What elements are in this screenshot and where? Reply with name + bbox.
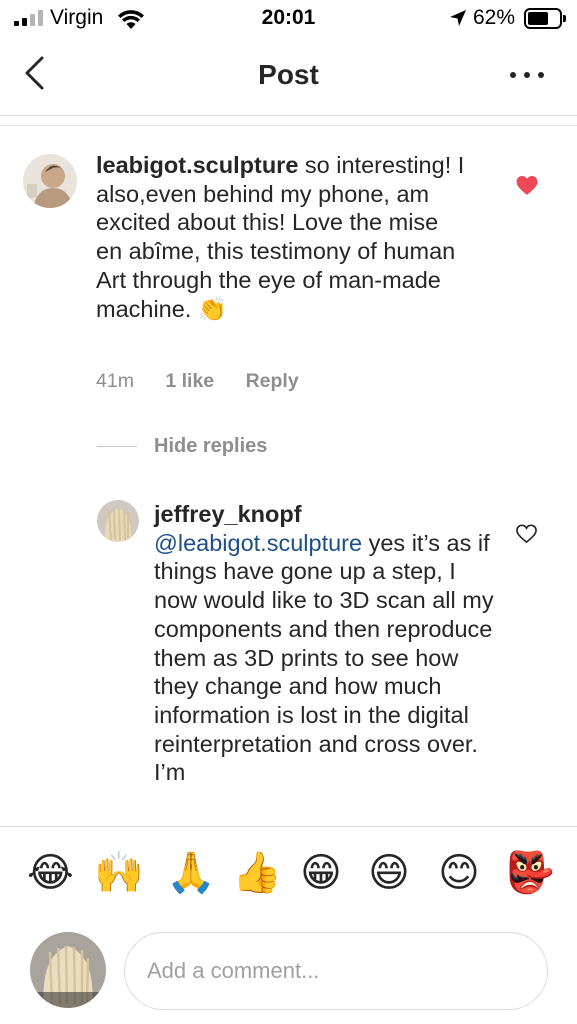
reply-text: yes it’s as if things have gone up a ste… xyxy=(154,529,494,786)
emoji-button[interactable]: 😁 xyxy=(298,850,344,896)
emoji-quick-bar: 😂 🙌 🙏 👍 😁 😄 😊 👺 xyxy=(0,850,577,900)
status-bar: Virgin 20:01 62% xyxy=(0,0,577,38)
reply-mention[interactable]: @leabigot.sculpture xyxy=(154,530,362,556)
emoji-button[interactable]: 👍 xyxy=(232,850,282,896)
emoji-button[interactable]: 👺 xyxy=(505,850,555,896)
battery-icon xyxy=(524,8,566,29)
liked-heart-icon[interactable] xyxy=(515,175,539,196)
emoji-button[interactable]: 🙏 xyxy=(166,850,216,896)
comment-time: 41m xyxy=(96,370,134,392)
emoji-button[interactable]: 😂 xyxy=(27,850,74,896)
composer-divider xyxy=(0,826,577,827)
page-title: Post xyxy=(258,59,319,90)
reply-button[interactable]: Reply xyxy=(246,370,299,392)
more-options-icon[interactable] xyxy=(510,72,544,82)
comments-list: leabigot.sculpture so interesting! I als… xyxy=(0,126,577,826)
battery-percentage: 62% xyxy=(473,6,516,29)
comment-input-container[interactable] xyxy=(124,932,548,1010)
nav-bar: Post xyxy=(0,38,577,116)
hide-replies-button[interactable]: Hide replies xyxy=(154,435,267,458)
comment-body: leabigot.sculpture so interesting! I als… xyxy=(96,151,466,323)
comment-input[interactable] xyxy=(147,951,527,991)
emoji-button[interactable]: 🙌 xyxy=(94,850,144,896)
heart-outline-icon[interactable] xyxy=(515,524,538,544)
emoji-button[interactable]: 😄 xyxy=(366,850,412,896)
comment-meta: 41m 1 like Reply xyxy=(96,370,299,393)
reply-username[interactable]: jeffrey_knopf xyxy=(154,501,302,527)
likes-count[interactable]: 1 like xyxy=(165,370,214,392)
reply-avatar[interactable] xyxy=(97,500,139,542)
comment-username[interactable]: leabigot.sculpture xyxy=(96,152,298,178)
replies-divider xyxy=(97,446,137,447)
location-arrow-icon xyxy=(450,10,466,26)
user-avatar xyxy=(30,932,106,1008)
commenter-avatar[interactable] xyxy=(23,154,77,208)
reply-body: jeffrey_knopf @leabigot.sculpture yes it… xyxy=(154,500,494,787)
emoji-button[interactable]: 😊 xyxy=(436,850,482,896)
